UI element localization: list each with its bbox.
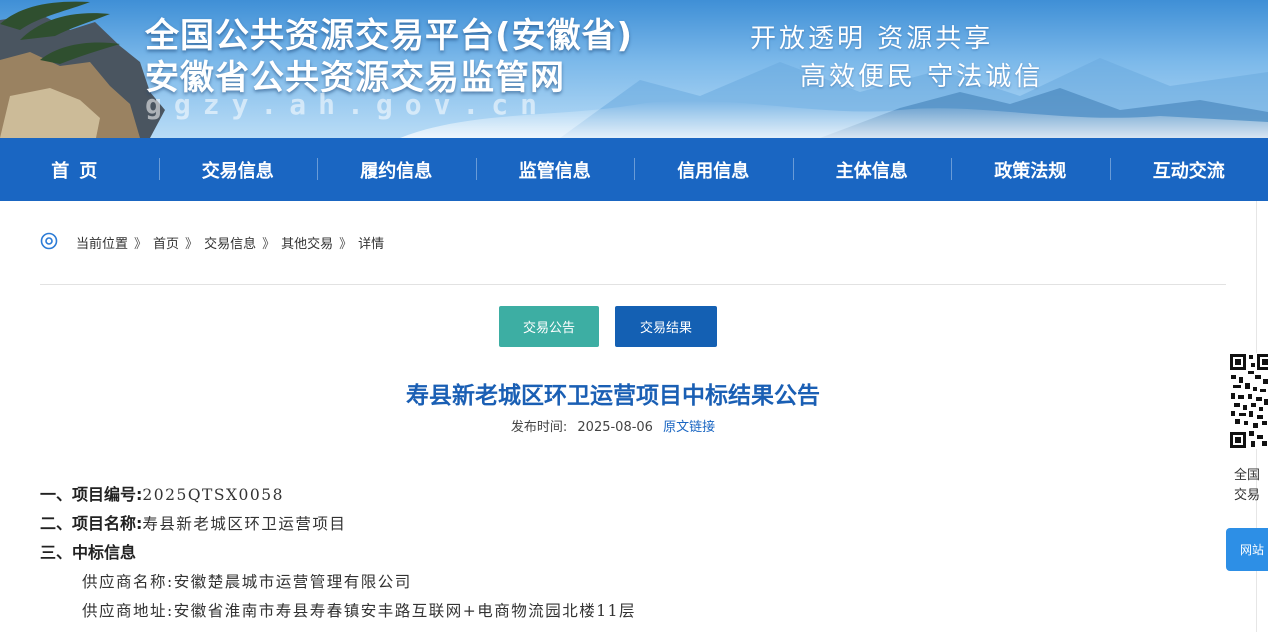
tab-trade-result[interactable]: 交易结果 (615, 306, 717, 347)
nav-item-supervision-info[interactable]: 监管信息 (475, 138, 635, 201)
breadcrumb-trade-info[interactable]: 交易信息 (204, 233, 256, 252)
supplier-name-row: 供应商名称:安徽楚晨城市运营管理有限公司 (40, 570, 636, 599)
supplier-name-label: 供应商名称: (82, 573, 174, 591)
article-title: 寿县新老城区环卫运营项目中标结果公告 (406, 383, 820, 409)
site-banner: 全国公共资源交易平台(安徽省) 安徽省公共资源交易监管网 ggzy.ah.gov… (0, 0, 1268, 138)
project-name-row: 二、项目名称:寿县新老城区环卫运营项目 (40, 512, 636, 541)
qr-caption-line-1: 全国 (1234, 468, 1261, 483)
nav-item-home[interactable]: 首页 (0, 138, 159, 201)
breadcrumb: 当前位置 》 首页 》 交易信息 》 其他交易 》 详情 (40, 230, 384, 254)
breadcrumb-separator: 》 (185, 236, 199, 252)
qr-code-image (1229, 353, 1268, 449)
slogan-line-2: 高效便民 守法诚信 (800, 62, 1044, 92)
project-name-value: 寿县新老城区环卫运营项目 (142, 515, 347, 533)
slogan-line-1: 开放透明 资源共享 (750, 24, 994, 54)
project-number-label: 一、项目编号: (40, 485, 143, 504)
nav-item-policy[interactable]: 政策法规 (951, 138, 1110, 201)
main-nav: 首页 交易信息 履约信息 监管信息 信用信息 主体信息 政策法规 互动交流 (0, 138, 1268, 201)
supplier-address-value: 安徽省淮南市寿县寿春镇安丰路互联网+电商物流园北楼11层 (173, 602, 636, 620)
project-name-label: 二、项目名称: (40, 514, 143, 533)
nav-item-credit-info[interactable]: 信用信息 (634, 138, 793, 201)
nav-item-performance-info[interactable]: 履约信息 (317, 138, 476, 201)
breadcrumb-separator: 》 (339, 236, 353, 252)
project-number-row: 一、项目编号:2025QTSX0058 (40, 483, 636, 512)
breadcrumb-separator: 》 (134, 236, 148, 252)
nav-item-trade-info[interactable]: 交易信息 (158, 138, 318, 201)
supplier-address-row: 供应商地址:安徽省淮南市寿县寿春镇安丰路互联网+电商物流园北楼11层 (40, 599, 636, 628)
breadcrumb-other-trade[interactable]: 其他交易 (281, 233, 333, 252)
supplier-name-value: 安徽楚晨城市运营管理有限公司 (173, 573, 412, 591)
publish-date: 2025-08-06 (577, 420, 653, 435)
nav-item-interaction[interactable]: 互动交流 (1109, 138, 1268, 201)
breadcrumb-current: 详情 (358, 236, 385, 252)
supplier-address-label: 供应商地址: (82, 602, 174, 620)
article-meta: 发布时间: 2025-08-06 原文链接 (0, 416, 1226, 435)
nav-item-entity-info[interactable]: 主体信息 (792, 138, 952, 201)
breadcrumb-prefix: 当前位置 (76, 236, 129, 252)
site-domain: ggzy.ah.gov.cn (145, 88, 550, 121)
winner-info-row: 三、中标信息 (40, 541, 636, 570)
publish-time-label: 发布时间: (510, 420, 568, 435)
source-link[interactable]: 原文链接 (663, 420, 715, 435)
qr-caption-line-2: 交易 (1234, 488, 1261, 503)
breadcrumb-home[interactable]: 首页 (153, 233, 179, 252)
article-content: 一、项目编号:2025QTSX0058 二、项目名称:寿县新老城区环卫运营项目 … (40, 483, 636, 628)
location-pin-icon (40, 232, 58, 250)
side-website-button[interactable]: 网站 (1226, 528, 1268, 571)
breadcrumb-separator: 》 (262, 236, 276, 252)
qr-caption: 全国 交易 (1234, 466, 1260, 506)
winner-info-heading: 三、中标信息 (40, 543, 137, 562)
tab-trade-announcement[interactable]: 交易公告 (499, 306, 599, 347)
breadcrumb-divider (40, 284, 1226, 285)
project-number-value: 2025QTSX0058 (142, 486, 284, 504)
